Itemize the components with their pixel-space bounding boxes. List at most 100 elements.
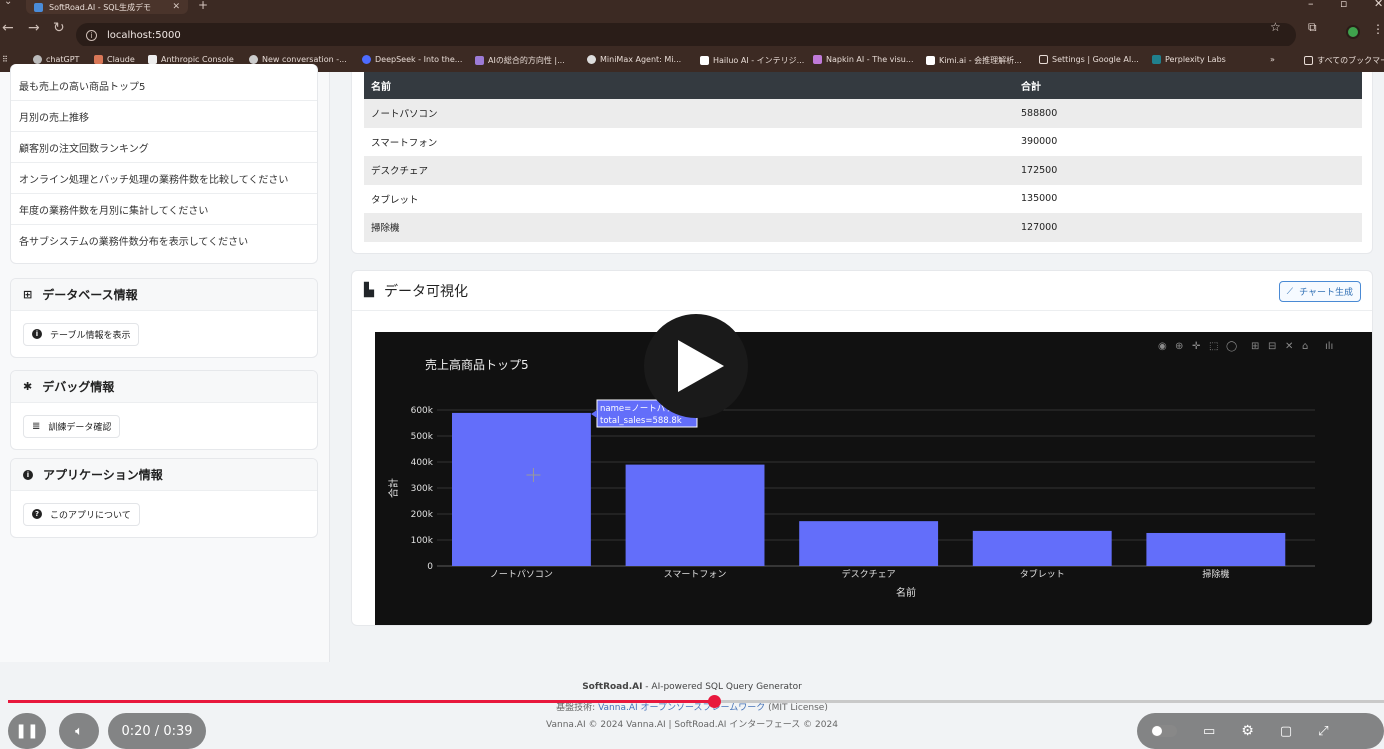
question-item[interactable]: 月別の売上推移 — [11, 101, 317, 132]
bookmark-item[interactable]: Claude — [94, 55, 135, 64]
forward-icon[interactable]: → — [28, 20, 40, 36]
debug-info-card: ✱ デバッグ情報 ≣ 訓練データ確認 — [10, 370, 318, 450]
tab-favicon-icon — [34, 2, 43, 12]
perplexity-icon — [1152, 55, 1161, 64]
bookmarks-overflow-icon[interactable]: » — [1270, 55, 1275, 64]
table-row: スマートフォン 390000 — [364, 127, 1362, 156]
bug-icon: ✱ — [23, 380, 33, 393]
generate-chart-button[interactable]: ⟋ チャート生成 — [1278, 281, 1361, 302]
table-row: ノートパソコン 588800 — [364, 99, 1362, 128]
footer-tech-link[interactable]: Vanna.AI オープンソースフレームワーク — [598, 703, 765, 713]
question-item[interactable]: 最も売上の高い商品トップ5 — [11, 64, 317, 101]
bookmark-star-icon[interactable]: ☆ — [1270, 20, 1281, 34]
site-info-icon[interactable]: i — [86, 29, 97, 41]
bookmark-item[interactable]: Hailuo AI - インテリジ... — [700, 55, 804, 66]
check-training-data-button[interactable]: ≣ 訓練データ確認 — [23, 414, 121, 438]
autoplay-toggle-icon[interactable] — [1151, 725, 1177, 737]
database-info-card: ⊞ データベース情報 i テーブル情報を表示 — [10, 278, 318, 358]
modebar-icon: ⊟ — [1268, 341, 1276, 352]
y-tick-label: 200k — [411, 510, 434, 520]
back-icon[interactable]: ← — [2, 20, 14, 36]
fullscreen-icon[interactable]: ⤢ — [1318, 724, 1328, 739]
modebar-icon: ⌂ — [1302, 341, 1308, 352]
new-tab-icon[interactable]: + — [198, 0, 208, 12]
footer-tagline-line: SoftRoad.AI - AI-powered SQL Query Gener… — [0, 682, 1384, 692]
x-axis-label: 名前 — [896, 586, 916, 599]
database-icon: ≣ — [32, 420, 41, 432]
sparkle-icon — [475, 56, 484, 65]
video-progress-knob[interactable] — [707, 695, 721, 708]
modebar-icon: ◯ — [1226, 341, 1237, 352]
cell-name: ノートパソコン — [364, 99, 1014, 128]
visualization-title: データ可視化 — [384, 283, 468, 300]
tab-title: SoftRoad.AI - SQL生成デモ — [49, 2, 152, 12]
bookmark-item[interactable]: Anthropic Console — [148, 55, 234, 64]
table-grid-icon: ⊞ — [23, 288, 33, 301]
database-info-header: ⊞ データベース情報 — [11, 279, 317, 311]
sample-questions-card: 最も売上の高い商品トップ5 月別の売上推移 顧客別の注文回数ランキング オンライ… — [10, 64, 318, 264]
app-info-header: i アプリケーション情報 — [11, 459, 317, 491]
bookmark-item[interactable]: New conversation -... — [249, 55, 347, 64]
check-training-data-label: 訓練データ確認 — [48, 422, 112, 433]
app-info-body: ? このアプリについて — [11, 491, 317, 537]
cell-total: 172500 — [1014, 156, 1362, 185]
profile-avatar[interactable] — [1346, 25, 1360, 39]
extensions-icon[interactable]: ⧉ — [1308, 20, 1317, 35]
pause-button[interactable]: ❚❚ — [8, 713, 46, 749]
pause-icon: ❚❚ — [15, 723, 39, 739]
browser-chrome: ⌄ SoftRoad.AI - SQL生成デモ ✕ + – ▫ ✕ ← → ↻ … — [0, 0, 1384, 47]
show-table-info-button[interactable]: i テーブル情報を表示 — [23, 322, 140, 346]
claude-icon — [94, 55, 103, 64]
y-tick-label: 300k — [411, 484, 434, 494]
y-tick-label: 600k — [411, 406, 434, 416]
deepseek-icon — [362, 55, 371, 64]
about-app-button[interactable]: ? このアプリについて — [23, 502, 140, 526]
minimize-icon[interactable]: – — [1308, 0, 1314, 10]
bookmark-item[interactable]: Kimi.ai - 会推理解析... — [926, 55, 1022, 66]
cell-name: 掃除機 — [364, 213, 1014, 242]
debug-info-title: デバッグ情報 — [42, 380, 115, 394]
volume-button[interactable]: 🔈︎ — [59, 713, 99, 749]
cell-name: タブレット — [364, 184, 1014, 213]
debug-info-header: ✱ デバッグ情報 — [11, 371, 317, 403]
bookmark-item[interactable]: Perplexity Labs — [1152, 55, 1226, 64]
address-bar[interactable]: i localhost:5000 — [76, 23, 1296, 47]
bar-chart: ◉ ⊕ ✛ ⬚ ◯ ⊞ ⊟ ✕ ⌂ ılı 売上高商品トップ5 0 100k 200k 300k 400k 50… — [387, 341, 1333, 599]
theater-mode-icon[interactable]: ▢ — [1280, 724, 1292, 739]
modebar-icon: ✕ — [1285, 341, 1293, 352]
browser-tab[interactable]: SoftRoad.AI - SQL生成デモ ✕ — [26, 0, 188, 14]
tab-close-icon[interactable]: ✕ — [172, 2, 180, 12]
bookmark-item[interactable]: chatGPT — [33, 55, 79, 64]
captions-icon[interactable]: ▭ — [1203, 724, 1215, 739]
bar — [1146, 532, 1286, 566]
url-text: localhost:5000 — [107, 29, 181, 41]
apps-grid-icon[interactable]: ⠿ — [2, 55, 8, 64]
openai-icon — [33, 55, 42, 64]
bookmark-item[interactable]: DeepSeek - Into the... — [362, 55, 462, 64]
cell-name: スマートフォン — [364, 127, 1014, 156]
question-item[interactable]: 各サブシステムの業務件数分布を表示してください — [11, 225, 317, 256]
bookmark-item[interactable]: MiniMax Agent: Mi... — [587, 55, 681, 64]
settings-gear-icon[interactable]: ⚙ — [1241, 723, 1254, 739]
all-bookmarks-folder[interactable]: すべてのブックマーク — [1304, 55, 1384, 66]
browser-menu-icon[interactable]: ⋮ — [1372, 22, 1384, 36]
results-table-card: 名前 合計 ノートパソコン 588800 スマートフォン 390000 デスクチェア… — [351, 72, 1373, 254]
maximize-icon[interactable]: ▫ — [1340, 0, 1347, 10]
bar — [452, 412, 591, 566]
window-close-icon[interactable]: ✕ — [1374, 0, 1383, 10]
cell-total: 390000 — [1014, 127, 1362, 156]
question-item[interactable]: オンライン処理とバッチ処理の業務件数を比較してください — [11, 163, 317, 194]
question-item[interactable]: 顧客別の注文回数ランキング — [11, 132, 317, 163]
tooltip-text: total_sales=588.8k — [600, 416, 682, 426]
question-item[interactable]: 年度の業務件数を月別に集計してください — [11, 194, 317, 225]
bookmark-item[interactable]: AIの総合的方向性 |... — [475, 55, 565, 66]
tab-search-icon[interactable]: ⌄ — [4, 0, 12, 7]
column-header-total: 合計 — [1014, 72, 1362, 99]
bookmark-item[interactable]: Napkin AI - The visu... — [813, 55, 913, 64]
bookmark-item[interactable]: Settings | Google AI... — [1039, 55, 1139, 64]
reload-icon[interactable]: ↻ — [53, 20, 65, 36]
plot-area[interactable]: ◉ ⊕ ✛ ⬚ ◯ ⊞ ⊟ ✕ ⌂ ılı 売上高商品トップ5 0 100k 200k 300k 400k 50… — [375, 332, 1372, 625]
column-header-name: 名前 — [364, 72, 1014, 99]
y-tick-label: 100k — [411, 536, 434, 546]
info-circle-icon: i — [32, 329, 42, 339]
